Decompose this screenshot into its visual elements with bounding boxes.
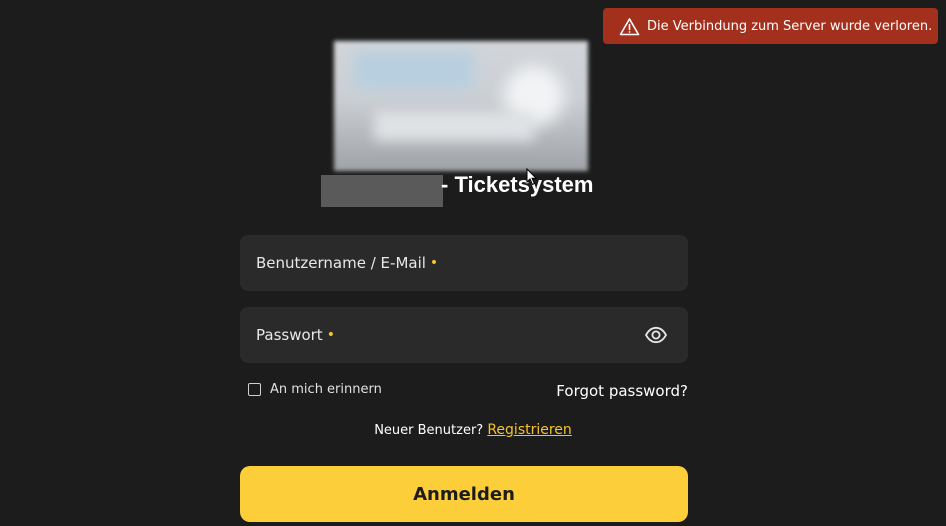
register-link[interactable]: Registrieren bbox=[487, 422, 571, 438]
password-label: Passwort bbox=[256, 326, 323, 344]
login-page: Die Verbindung zum Server wurde verloren… bbox=[0, 0, 946, 526]
username-label: Benutzername / E-Mail bbox=[256, 254, 426, 272]
register-line: Neuer Benutzer? Registrieren bbox=[0, 422, 946, 438]
redacted-title-prefix bbox=[321, 175, 443, 207]
toast-message: Die Verbindung zum Server wurde verloren… bbox=[647, 18, 933, 34]
logo-image bbox=[334, 41, 588, 171]
login-button[interactable]: Anmelden bbox=[240, 466, 688, 522]
show-password-icon[interactable] bbox=[644, 324, 668, 346]
warning-icon bbox=[619, 17, 640, 36]
connection-lost-toast: Die Verbindung zum Server wurde verloren… bbox=[603, 8, 938, 44]
page-title: - Ticketsystem bbox=[441, 172, 594, 197]
remember-me[interactable]: An mich erinnern bbox=[248, 382, 382, 397]
required-marker: • bbox=[326, 327, 335, 343]
username-field[interactable]: Benutzername / E-Mail • bbox=[240, 235, 688, 291]
register-prompt: Neuer Benutzer? bbox=[374, 423, 484, 438]
remember-label: An mich erinnern bbox=[270, 382, 382, 397]
password-field[interactable]: Passwort • bbox=[240, 307, 688, 363]
mouse-cursor-icon bbox=[526, 168, 538, 186]
forgot-password-link[interactable]: Forgot password? bbox=[556, 382, 688, 400]
remember-checkbox[interactable] bbox=[248, 383, 261, 396]
required-marker: • bbox=[429, 255, 439, 271]
